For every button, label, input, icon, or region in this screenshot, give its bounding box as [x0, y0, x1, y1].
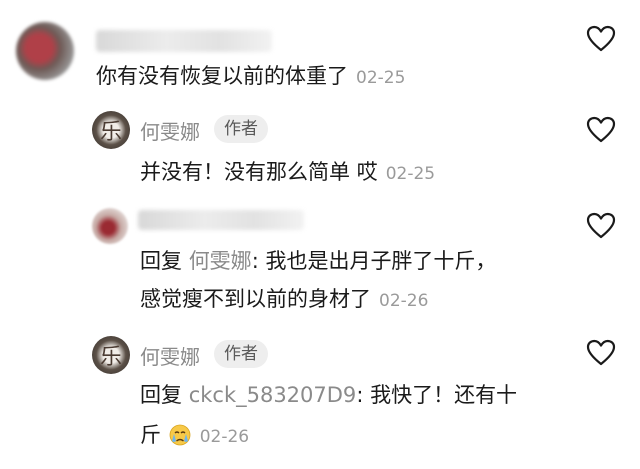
comment-body: : 我也是出月子胖了十斤， — [251, 249, 497, 273]
crying-face-emoji-icon — [169, 424, 191, 446]
username-redacted — [96, 30, 272, 52]
comment-text: 回复 何雯娜: 我也是出月子胖了十斤， — [140, 247, 496, 275]
comment-body: 并没有！没有那么简单 哎 — [140, 160, 378, 184]
comment-time: 02-26 — [379, 291, 429, 311]
reply-to-name[interactable]: 何雯娜 — [189, 249, 252, 273]
avatar-image: 乐 — [99, 120, 122, 145]
reply-label: 回复 — [140, 383, 182, 407]
comment-text-line2: 斤 02-26 — [140, 421, 249, 451]
like-heart-icon[interactable] — [586, 212, 616, 240]
like-heart-icon[interactable] — [586, 25, 616, 53]
comment-text: 你有没有恢复以前的体重了 02-25 — [96, 62, 405, 92]
author-avatar[interactable]: 乐 — [92, 336, 130, 374]
author-name[interactable]: 何雯娜 — [140, 341, 200, 370]
comment-text: 回复 ckck_583207D9: 我快了！还有十 — [140, 381, 517, 409]
comment-body: 斤 — [140, 423, 161, 447]
username-redacted — [138, 210, 304, 230]
avatar[interactable] — [92, 208, 128, 244]
reply-to-name[interactable]: ckck_583207D9 — [189, 383, 357, 407]
avatar[interactable] — [16, 22, 74, 80]
author-name[interactable]: 何雯娜 — [140, 116, 200, 145]
like-heart-icon[interactable] — [586, 339, 616, 367]
comment-body: : 我快了！还有十 — [356, 383, 518, 407]
author-tag: 作者 — [214, 340, 268, 368]
comment-time: 02-26 — [199, 427, 250, 447]
comment-text: 并没有！没有那么简单 哎 02-25 — [140, 158, 435, 188]
author-avatar[interactable]: 乐 — [92, 111, 130, 149]
comment-body: 你有没有恢复以前的体重了 — [96, 64, 348, 88]
reply-label: 回复 — [140, 249, 182, 273]
comment-body: 感觉瘦不到以前的身材了 — [140, 287, 371, 311]
comment-time: 02-25 — [356, 68, 406, 88]
avatar-image: 乐 — [99, 345, 122, 370]
comment-text-line2: 感觉瘦不到以前的身材了 02-26 — [140, 285, 428, 315]
like-heart-icon[interactable] — [586, 116, 616, 144]
author-tag: 作者 — [214, 115, 268, 143]
comment-time: 02-25 — [385, 164, 436, 184]
